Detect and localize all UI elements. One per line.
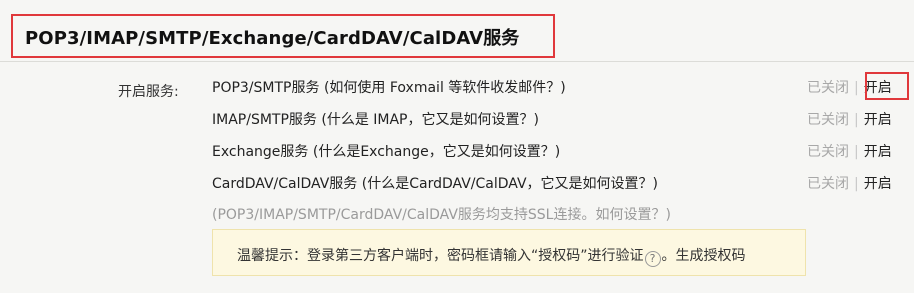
- tip-punctuation: 。: [661, 248, 676, 264]
- status-separator: |: [854, 112, 859, 128]
- service-help-link[interactable]: (什么是Exchange，它又是如何设置？): [313, 144, 560, 160]
- status-group: 已关闭 | 开启: [807, 141, 892, 161]
- ssl-note-text: (POP3/IMAP/SMTP/CardDAV/CalDAV服务均支持SSL连接…: [212, 207, 596, 223]
- service-name: CardDAV/CalDAV服务: [212, 176, 358, 192]
- service-text: Exchange服务 (什么是Exchange，它又是如何设置？): [212, 141, 560, 161]
- ssl-note: (POP3/IMAP/SMTP/CardDAV/CalDAV服务均支持SSL连接…: [212, 204, 671, 224]
- section-title: POP3/IMAP/SMTP/Exchange/CardDAV/CalDAV服务: [25, 28, 520, 49]
- service-row-exchange: Exchange服务 (什么是Exchange，它又是如何设置？) 已关闭 | 开启: [0, 141, 914, 163]
- status-group: 已关闭 | 开启: [807, 173, 892, 193]
- service-help-link[interactable]: (如何使用 Foxmail 等软件收发邮件？): [324, 80, 566, 96]
- tip-message: 温馨提示：登录第三方客户端时，密码框请输入“授权码”进行验证: [237, 248, 644, 264]
- status-label: 已关闭: [807, 80, 849, 96]
- tip-text: 温馨提示：登录第三方客户端时，密码框请输入“授权码”进行验证? 。生成授权码: [237, 245, 746, 267]
- enable-imap-smtp-button[interactable]: 开启: [864, 112, 892, 128]
- enable-carddav-caldav-button[interactable]: 开启: [864, 176, 892, 192]
- service-help-link[interactable]: (什么是CardDAV/CalDAV，它又是如何设置？): [362, 176, 658, 192]
- status-group: 已关闭 | 开启: [807, 109, 892, 129]
- tip-box: 温馨提示：登录第三方客户端时，密码框请输入“授权码”进行验证? 。生成授权码: [212, 229, 806, 276]
- service-help-link[interactable]: (什么是 IMAP，它又是如何设置？): [321, 112, 539, 128]
- enable-button-highlight: [865, 72, 909, 100]
- status-separator: |: [854, 144, 859, 160]
- service-text: POP3/SMTP服务 (如何使用 Foxmail 等软件收发邮件？): [212, 77, 566, 97]
- section-title-highlight: POP3/IMAP/SMTP/Exchange/CardDAV/CalDAV服务: [11, 14, 555, 58]
- service-name: Exchange服务: [212, 144, 309, 160]
- service-name: IMAP/SMTP服务: [212, 112, 317, 128]
- service-text: CardDAV/CalDAV服务 (什么是CardDAV/CalDAV，它又是如…: [212, 173, 658, 193]
- question-circle-icon[interactable]: ?: [644, 251, 661, 267]
- status-label: 已关闭: [807, 112, 849, 128]
- ssl-setup-link[interactable]: 如何设置？): [595, 207, 670, 223]
- service-name: POP3/SMTP服务: [212, 80, 320, 96]
- status-label: 已关闭: [807, 176, 849, 192]
- status-separator: |: [854, 176, 859, 192]
- section-header: POP3/IMAP/SMTP/Exchange/CardDAV/CalDAV服务: [0, 0, 914, 62]
- status-label: 已关闭: [807, 144, 849, 160]
- generate-auth-code-link[interactable]: 生成授权码: [676, 248, 746, 264]
- service-row-pop3-smtp: POP3/SMTP服务 (如何使用 Foxmail 等软件收发邮件？) 已关闭 |…: [0, 77, 914, 99]
- service-text: IMAP/SMTP服务 (什么是 IMAP，它又是如何设置？): [212, 109, 539, 129]
- enable-exchange-button[interactable]: 开启: [864, 144, 892, 160]
- status-separator: |: [854, 80, 859, 96]
- service-row-imap-smtp: IMAP/SMTP服务 (什么是 IMAP，它又是如何设置？) 已关闭 | 开启: [0, 109, 914, 131]
- service-row-carddav-caldav: CardDAV/CalDAV服务 (什么是CardDAV/CalDAV，它又是如…: [0, 173, 914, 195]
